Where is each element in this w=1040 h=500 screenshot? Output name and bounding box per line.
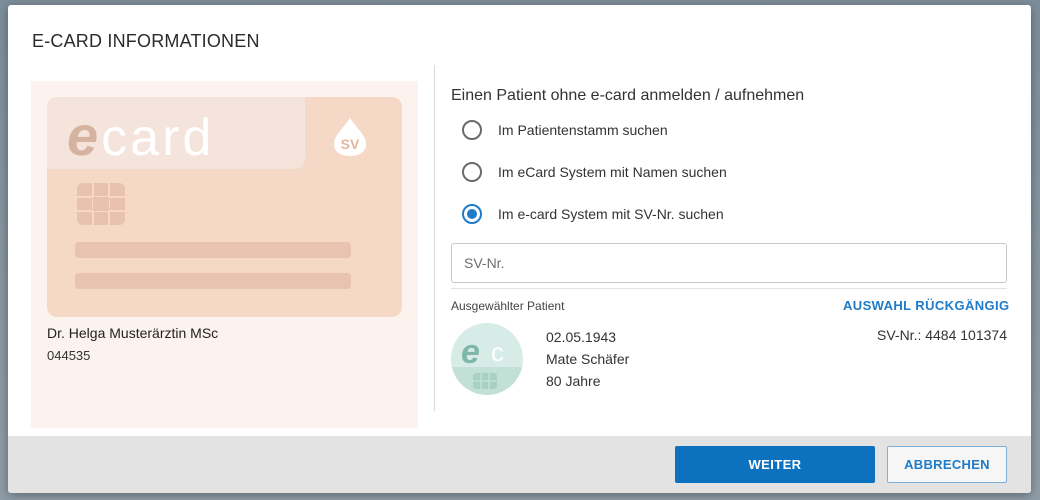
patient-svnr: SV-Nr.: 4484 101374: [877, 327, 1007, 343]
ecard-logo: ecard: [67, 103, 214, 168]
radio-button[interactable]: [462, 162, 482, 182]
sv-badge-icon: SV: [334, 118, 366, 156]
radio-label: Im Patientenstamm suchen: [498, 122, 668, 138]
radio-option-svnr[interactable]: Im e-card System mit SV-Nr. suchen: [462, 204, 724, 224]
card-panel: ecard SV Dr. Helga Musterärztin MSc 0445…: [31, 81, 418, 428]
sv-badge-text: SV: [341, 136, 360, 152]
weiter-button[interactable]: WEITER: [675, 446, 875, 483]
horizontal-divider: [451, 288, 1007, 289]
ecard-logo-text: card: [101, 109, 215, 167]
patient-info: 02.05.1943 Mate Schäfer 80 Jahre: [546, 326, 629, 392]
dialog-footer: WEITER ABBRECHEN: [8, 436, 1031, 493]
patient-birth-date: 02.05.1943: [546, 329, 617, 345]
radio-button-checked[interactable]: [462, 204, 482, 224]
card-holder-number: 044535: [47, 348, 91, 363]
vertical-divider: [434, 65, 435, 411]
card-placeholder-line-2: [75, 273, 351, 289]
sv-nr-input[interactable]: [451, 243, 1007, 283]
abbrechen-button[interactable]: ABBRECHEN: [887, 446, 1007, 483]
patient-name: Mate Schäfer: [546, 351, 630, 367]
radio-label: Im eCard System mit Namen suchen: [498, 164, 727, 180]
ecard-graphic: ecard SV: [47, 97, 402, 317]
patient-avatar-icon: e c: [451, 323, 523, 395]
radio-button[interactable]: [462, 120, 482, 140]
undo-selection-link[interactable]: AUSWAHL RÜCKGÄNGIG: [843, 298, 1010, 313]
options-heading: Einen Patient ohne e-card anmelden / auf…: [451, 87, 805, 104]
patient-age: 80 Jahre: [546, 373, 601, 389]
svg-text:c: c: [491, 337, 504, 367]
radio-label: Im e-card System mit SV-Nr. suchen: [498, 206, 724, 222]
svg-text:e: e: [461, 333, 480, 371]
radio-option-namen[interactable]: Im eCard System mit Namen suchen: [462, 162, 727, 182]
radio-option-patientenstamm[interactable]: Im Patientenstamm suchen: [462, 120, 668, 140]
card-placeholder-line-1: [75, 242, 351, 258]
card-holder-name: Dr. Helga Musterärztin MSc: [47, 325, 219, 341]
chip-icon: [77, 183, 125, 225]
ecard-dialog: E-CARD INFORMATIONEN ecard SV Dr. Helga …: [8, 5, 1031, 493]
selected-patient-label: Ausgewählter Patient: [451, 299, 565, 313]
dialog-title: E-CARD INFORMATIONEN: [32, 31, 260, 51]
ecard-logo-e: e: [67, 104, 102, 167]
